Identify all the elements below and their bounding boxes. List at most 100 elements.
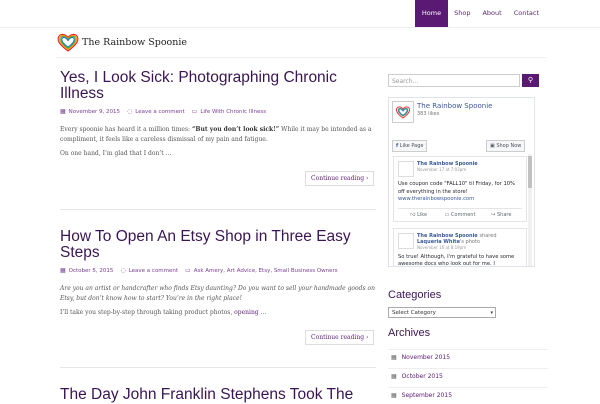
post-date[interactable]: October 5, 2015 bbox=[69, 268, 114, 274]
facebook-post: The Rainbow Spoonie November 17 at 7:03p… bbox=[393, 156, 527, 222]
post-article: The Day John Franklin Stephens Took The bbox=[60, 387, 376, 403]
shop-now-label: Shop Now bbox=[496, 143, 522, 149]
nav-shop[interactable]: Shop bbox=[448, 0, 476, 27]
comment-icon: ▭ bbox=[444, 211, 450, 218]
excerpt-text: … bbox=[258, 309, 267, 316]
facebook-page-name[interactable]: The Rainbow Spoonie bbox=[417, 102, 492, 110]
post-tags[interactable]: Life With Chronic Illness bbox=[200, 109, 266, 115]
archive-item[interactable]: ▦ September 2015 bbox=[388, 387, 548, 403]
excerpt-paragraph: On one hand, I’m glad that I don’t … bbox=[60, 150, 172, 157]
archive-item[interactable]: ▦ October 2015 bbox=[388, 368, 548, 384]
calendar-icon: ▦ bbox=[60, 267, 66, 274]
nav-about[interactable]: About bbox=[476, 0, 507, 27]
excerpt-paragraph: Every spoonie has heard it a million tim… bbox=[60, 125, 376, 145]
top-bar: Home Shop About Contact bbox=[0, 0, 600, 28]
category-select-value: Select Category bbox=[392, 310, 436, 316]
facebook-shared-from[interactable]: Laqueria White bbox=[417, 239, 460, 245]
continue-reading-button[interactable]: Continue reading › bbox=[305, 171, 375, 186]
facebook-feed-scroll-thumb[interactable] bbox=[528, 156, 532, 188]
continue-reading-button[interactable]: Continue reading › bbox=[305, 330, 375, 345]
archives-heading: Archives bbox=[388, 327, 431, 339]
thumbs-up-icon: 👍︎ bbox=[410, 211, 416, 218]
post-tags[interactable]: Ask Amery, Art Advice, Etsy, Small Busin… bbox=[194, 268, 338, 274]
facebook-post-avatar[interactable] bbox=[398, 232, 414, 249]
nav-home[interactable]: Home bbox=[414, 0, 449, 27]
excerpt-text: I’ll take you step-by-step through takin… bbox=[60, 309, 235, 316]
facebook-shared-label: shared bbox=[479, 232, 497, 239]
facebook-page-avatar[interactable] bbox=[392, 101, 414, 123]
post-divider bbox=[60, 367, 376, 368]
comment-icon: ◌ bbox=[120, 267, 126, 274]
facebook-post-avatar[interactable] bbox=[398, 161, 414, 177]
facebook-shared-suffix: 's photo bbox=[459, 238, 480, 245]
share-icon: ↪ bbox=[491, 211, 496, 218]
facebook-like-action[interactable]: 👍︎ Like bbox=[398, 209, 439, 221]
facebook-post-date[interactable]: November 16 at 8:19pm bbox=[417, 245, 497, 250]
excerpt-quote: “But you don’t look sick!” bbox=[191, 126, 280, 133]
post-meta: ▦ November 9, 2015 ◌ Leave a comment ▭ L… bbox=[60, 108, 376, 115]
folder-icon: ▭ bbox=[191, 108, 198, 115]
calendar-icon: ▦ bbox=[391, 392, 397, 399]
post-article: How To Open An Etsy Shop in Three Easy S… bbox=[60, 229, 376, 322]
post-title[interactable]: The Day John Franklin Stephens Took The bbox=[60, 387, 376, 403]
folder-icon: ▭ bbox=[185, 267, 191, 274]
post-date[interactable]: November 9, 2015 bbox=[69, 109, 120, 115]
excerpt-italic: Are you an artist or handcrafter who fin… bbox=[60, 285, 375, 302]
facebook-shop-now-button[interactable]: ▣ Shop Now bbox=[486, 140, 526, 152]
category-select[interactable]: Select Category ▾ bbox=[388, 307, 496, 318]
archive-item[interactable]: ▦ November 2015 bbox=[388, 349, 548, 365]
facebook-post-date[interactable]: November 17 at 7:03pm bbox=[417, 167, 478, 172]
excerpt-text: Every spoonie has heard it a million tim… bbox=[60, 126, 192, 133]
opening-link[interactable]: opening bbox=[234, 309, 259, 316]
calendar-icon: ▦ bbox=[60, 108, 66, 115]
facebook-post: The Rainbow Spoonie shared Laqueria Whit… bbox=[393, 227, 527, 267]
site-name: The Rainbow Spoonie bbox=[82, 36, 188, 48]
dropdown-arrow-icon: ▾ bbox=[490, 310, 493, 316]
post-title[interactable]: How To Open An Etsy Shop in Three Easy S… bbox=[60, 229, 376, 261]
facebook-post-link[interactable]: www.therainbowspoonie.com bbox=[398, 196, 474, 202]
post-title[interactable]: Yes, I Look Sick: Photographing Chronic … bbox=[60, 70, 376, 102]
archive-label: October 2015 bbox=[401, 373, 443, 380]
comment-icon: ◌ bbox=[127, 108, 133, 115]
facebook-post-text: So true! Although, I'm grateful to have … bbox=[398, 253, 515, 267]
archive-label: September 2015 bbox=[401, 392, 453, 399]
chevron-right-icon: › bbox=[365, 334, 369, 341]
post-meta: ▦ October 5, 2015 ◌ Leave a comment ▭ As… bbox=[60, 267, 376, 274]
facebook-like-count: 383 likes bbox=[417, 111, 440, 117]
facebook-feed[interactable]: The Rainbow Spoonie November 17 at 7:03p… bbox=[393, 156, 527, 267]
facebook-post-text: Use coupon code "FALL10" til Friday, for… bbox=[398, 181, 522, 204]
facebook-icon: f bbox=[396, 143, 399, 149]
facebook-post-header: The Rainbow Spoonie November 17 at 7:03p… bbox=[398, 161, 522, 177]
like-label: Like bbox=[417, 211, 428, 218]
facebook-post-body: Use coupon code "FALL10" til Friday, for… bbox=[398, 181, 515, 195]
calendar-icon: ▦ bbox=[391, 354, 397, 361]
like-page-label: Like Page bbox=[399, 143, 424, 149]
facebook-widget-header: The Rainbow Spoonie 383 likes bbox=[389, 98, 534, 136]
main-nav: Home Shop About Contact bbox=[414, 0, 545, 27]
search-icon: ⚲ bbox=[527, 76, 534, 84]
facebook-post-author-block: The Rainbow Spoonie shared Laqueria Whit… bbox=[417, 233, 497, 250]
post-article: Yes, I Look Sick: Photographing Chronic … bbox=[60, 70, 376, 163]
facebook-post-actions: 👍︎ Like ▭ Comment ↪ Share bbox=[398, 207, 522, 221]
nav-contact[interactable]: Contact bbox=[508, 0, 545, 27]
search-input[interactable]: Search... bbox=[388, 74, 520, 87]
excerpt-paragraph: Are you an artist or handcrafter who fin… bbox=[60, 284, 376, 304]
facebook-share-action[interactable]: ↪ Share bbox=[481, 209, 522, 221]
facebook-post-header: The Rainbow Spoonie shared Laqueria Whit… bbox=[398, 232, 522, 250]
site-logo[interactable]: The Rainbow Spoonie bbox=[56, 29, 187, 55]
post-divider bbox=[60, 209, 376, 210]
facebook-post-author: The Rainbow Spoonie shared Laqueria Whit… bbox=[417, 233, 497, 245]
facebook-post-author-block: The Rainbow Spoonie November 17 at 7:03p… bbox=[417, 161, 478, 172]
rainbow-heart-icon bbox=[57, 33, 79, 52]
categories-heading: Categories bbox=[388, 289, 442, 301]
post-excerpt: Are you an artist or handcrafter who fin… bbox=[60, 284, 376, 318]
search-button[interactable]: ⚲ bbox=[522, 74, 539, 87]
chevron-right-icon: › bbox=[365, 175, 369, 182]
facebook-like-page-button[interactable]: f Like Page bbox=[392, 140, 428, 152]
post-excerpt: Every spoonie has heard it a million tim… bbox=[60, 125, 376, 159]
facebook-comment-action[interactable]: ▭ Comment bbox=[439, 209, 480, 221]
post-comments-link[interactable]: Leave a comment bbox=[135, 109, 184, 115]
comment-label: Comment bbox=[450, 211, 476, 218]
post-comments-link[interactable]: Leave a comment bbox=[129, 268, 178, 274]
archive-label: November 2015 bbox=[401, 354, 451, 361]
